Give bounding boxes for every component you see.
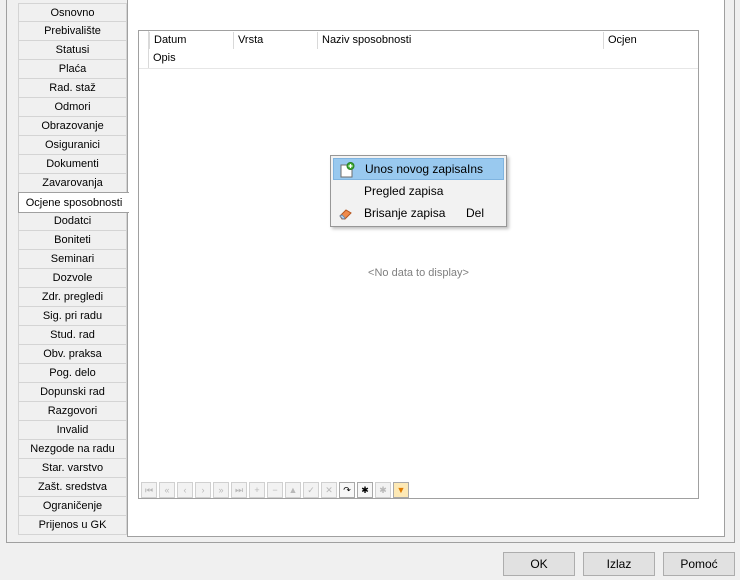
tab-sig-pri-radu[interactable]: Sig. pri radu (18, 307, 127, 326)
tab-odmori[interactable]: Odmori (18, 98, 127, 117)
tab-dodatci[interactable]: Dodatci (18, 212, 127, 231)
tab-zašt-sredstva[interactable]: Zašt. sredstva (18, 478, 127, 497)
tab-dopunski-rad[interactable]: Dopunski rad (18, 383, 127, 402)
ok-button[interactable]: OK (503, 552, 575, 576)
eraser-icon (339, 209, 352, 220)
data-grid[interactable]: Datum Vrsta Naziv sposobnosti Ocjen Opis… (138, 30, 699, 499)
next-record-icon[interactable]: › (195, 482, 211, 498)
tab-dozvole[interactable]: Dozvole (18, 269, 127, 288)
tab-pog-delo[interactable]: Pog. delo (18, 364, 127, 383)
edit-icon[interactable]: ▲ (285, 482, 301, 498)
tab-star-varstvo[interactable]: Star. varstvo (18, 459, 127, 478)
refresh-icon[interactable]: ↷ (339, 482, 355, 498)
prev-record-icon[interactable]: ‹ (177, 482, 193, 498)
context-menu: Unos novog zapisa Ins Pregled zapisa Brisan… (330, 155, 507, 227)
cancel-icon[interactable]: ✕ (321, 482, 337, 498)
menu-item-shortcut: Ins (467, 162, 484, 176)
column-header-ocjena[interactable]: Ocjen (603, 32, 698, 49)
grid-indicator-column (139, 31, 149, 68)
tab-stud-rad[interactable]: Stud. rad (18, 326, 127, 345)
tab-seminari[interactable]: Seminari (18, 250, 127, 269)
tab-osnovno[interactable]: Osnovno (18, 3, 127, 22)
tab-obrazovanje[interactable]: Obrazovanje (18, 117, 127, 136)
delete-icon[interactable]: − (267, 482, 283, 498)
menu-item-label: Brisanje zapisa (364, 206, 446, 220)
tab-ocjene-sposobnosti[interactable]: Ocjene sposobnosti (18, 192, 129, 213)
tab-osiguranici[interactable]: Osiguranici (18, 136, 127, 155)
tab-prebivalište[interactable]: Prebivalište (18, 22, 127, 41)
tab-plaća[interactable]: Plaća (18, 60, 127, 79)
menu-item-shortcut: Del (466, 206, 485, 220)
dialog-buttons: OK Izlaz Pomoć (0, 552, 740, 576)
tab-obv-praksa[interactable]: Obv. praksa (18, 345, 127, 364)
menu-item-unos-novog-zapisa[interactable]: Unos novog zapisa Ins (333, 158, 504, 180)
menu-item-pregled-zapisa[interactable]: Pregled zapisa (333, 180, 504, 202)
tab-prijenos-u-gk[interactable]: Prijenos u GK (18, 516, 127, 535)
tab-nezgode-na-radu[interactable]: Nezgode na radu (18, 440, 127, 459)
next-page-icon[interactable]: » (213, 482, 229, 498)
tab-zdr-pregledi[interactable]: Zdr. pregledi (18, 288, 127, 307)
bookmark-icon[interactable]: ✱ (357, 482, 373, 498)
prev-page-icon[interactable]: « (159, 482, 175, 498)
column-header-opis[interactable]: Opis (149, 49, 176, 67)
last-record-icon[interactable]: ⏭ (231, 482, 247, 498)
goto-bookmark-icon[interactable]: ✱ (375, 482, 391, 498)
tab-statusi[interactable]: Statusi (18, 41, 127, 60)
insert-icon[interactable]: + (249, 482, 265, 498)
grid-header: Datum Vrsta Naziv sposobnosti Ocjen Opis (139, 31, 698, 69)
tab-invalid[interactable]: Invalid (18, 421, 127, 440)
tab-rad-staž[interactable]: Rad. staž (18, 79, 127, 98)
menu-item-brisanje-zapisa[interactable]: Brisanje zapisa Del (333, 202, 504, 224)
column-header-vrsta[interactable]: Vrsta (233, 32, 317, 49)
menu-item-label: Pregled zapisa (364, 184, 444, 198)
tab-razgovori[interactable]: Razgovori (18, 402, 127, 421)
tab-dokumenti[interactable]: Dokumenti (18, 155, 127, 174)
new-record-icon (340, 162, 355, 178)
grid-empty-message: <No data to display> (368, 267, 469, 279)
post-icon[interactable]: ✓ (303, 482, 319, 498)
pomoc-button[interactable]: Pomoć (663, 552, 735, 576)
column-header-datum[interactable]: Datum (149, 32, 233, 49)
grid-navigator: ⏮ «‹ ›» ⏭ + − ▲ ✓ ✕ ↷ ✱ ✱ ▼ (141, 482, 411, 498)
vertical-tab-list: Osnovno Prebivalište Statusi Plaća Rad. staž… (18, 3, 129, 535)
first-record-icon[interactable]: ⏮ (141, 482, 157, 498)
tab-boniteti[interactable]: Boniteti (18, 231, 127, 250)
column-header-naziv-sposobnosti[interactable]: Naziv sposobnosti (317, 32, 603, 49)
tab-ograničenje[interactable]: Ograničenje (18, 497, 127, 516)
filter-icon[interactable]: ▼ (393, 482, 409, 498)
tab-zavarovanja[interactable]: Zavarovanja (18, 174, 127, 193)
izlaz-button[interactable]: Izlaz (583, 552, 655, 576)
menu-item-label: Unos novog zapisa (365, 162, 468, 176)
